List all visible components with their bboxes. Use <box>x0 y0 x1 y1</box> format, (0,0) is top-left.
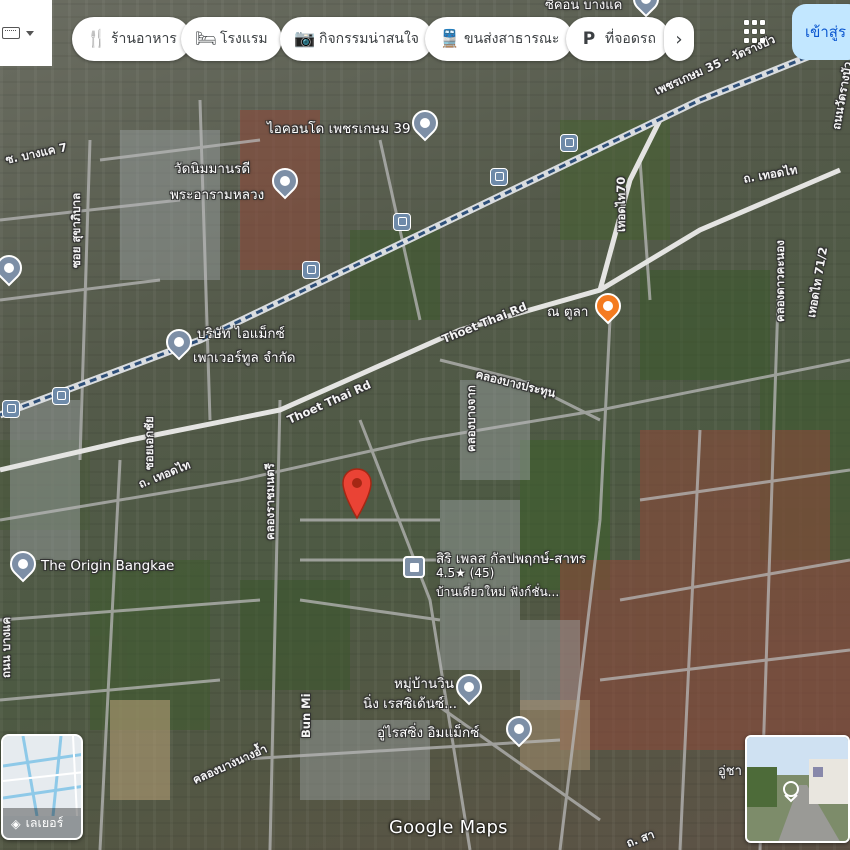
chevron-down-icon <box>26 30 34 36</box>
road-label-soi: ซอยเอกชัย <box>142 416 156 470</box>
sign-in-button[interactable]: เข้าสู่ร <box>792 4 850 60</box>
chip-label: ร้านอาหาร <box>111 31 177 47</box>
bus-icon: 🚆 <box>439 29 461 49</box>
place-subtitle: บ้านเดี่ยวใหม่ ฟังก์ชั่น... <box>436 585 560 599</box>
road-label-khlong: คลองบางจาก <box>464 385 478 452</box>
input-tools-button[interactable] <box>0 0 52 66</box>
layers-button[interactable]: ◈ เลเยอร์ <box>1 734 83 840</box>
camera-icon: 📷 <box>294 29 316 49</box>
train-station-icon[interactable] <box>560 134 578 152</box>
place-label-company[interactable]: บริษัท ไอแม็กซ์ <box>197 322 285 344</box>
sign-in-label: เข้าสู่ร <box>805 23 847 41</box>
road-label-khlong: คลองดาวคะนอง <box>773 240 787 322</box>
place-label-nutala[interactable]: ณ ตูลา <box>547 300 588 322</box>
place-label-win-line2[interactable]: นิ่ง เรสซิเด้นซ์... <box>363 692 457 714</box>
layers-icon: ◈ <box>11 815 21 831</box>
chevron-right-icon: › <box>675 28 683 50</box>
train-station-icon[interactable] <box>2 400 20 418</box>
train-station-icon[interactable] <box>490 168 508 186</box>
chip-label: ที่จอดรถ <box>605 31 656 47</box>
place-label-temple[interactable]: วัดนิมมานรดี <box>174 157 250 179</box>
chip-hotels[interactable]: 🛏 โรงแรม <box>181 17 282 61</box>
place-label-win[interactable]: หมู่บ้านวิน <box>394 672 454 694</box>
road-label-left: ถนน บางแค <box>0 616 13 678</box>
place-label-company-line2[interactable]: เพาเวอร์ทูล จำกัด <box>193 346 296 368</box>
apps-grid-icon[interactable] <box>744 20 768 44</box>
place-label-temple-line2[interactable]: พระอารามหลวง <box>170 183 264 205</box>
restaurant-icon: 🍴 <box>86 29 108 49</box>
street-view-image <box>747 737 848 841</box>
hotel-icon: 🛏 <box>195 29 217 49</box>
chip-label: กิจกรรมน่าสนใจ <box>319 31 420 47</box>
train-station-icon[interactable] <box>393 213 411 231</box>
keyboard-icon <box>2 27 20 39</box>
chip-things-to-do[interactable]: 📷 กิจกรรมน่าสนใจ <box>280 17 434 61</box>
layers-label: เลเยอร์ <box>25 815 64 830</box>
selected-location-pin-icon[interactable] <box>342 468 372 520</box>
place-label-top[interactable]: ซีคอน บางแค <box>545 0 622 15</box>
place-label-cut[interactable]: อู่ชา <box>718 760 742 781</box>
road-label-bun-mi: Bun Mi <box>299 693 313 738</box>
train-station-icon[interactable] <box>52 387 70 405</box>
rating-text: 4.5★ (45) <box>436 566 495 580</box>
chip-label: โรงแรม <box>220 31 268 47</box>
train-station-icon[interactable] <box>302 261 320 279</box>
housing-pin-icon[interactable] <box>403 556 425 578</box>
street-view-thumbnail[interactable] <box>745 735 850 843</box>
place-label-icondo[interactable]: ไอคอนโด เพชรเกษม 39 <box>267 117 411 139</box>
road-label-khlong: คลองราชมนตรี <box>263 463 277 540</box>
chips-next-button[interactable]: › <box>664 17 694 61</box>
chip-parking[interactable]: P ที่จอดรถ <box>566 17 670 61</box>
road-label-soi: ซอย สุขาภิบาล <box>69 192 83 268</box>
chip-restaurants[interactable]: 🍴 ร้านอาหาร <box>72 17 191 61</box>
place-label-ulai[interactable]: อู่ไรสซิ่ง อิมแม็กซ์ <box>377 721 479 743</box>
google-maps-attribution: Google Maps <box>389 817 508 838</box>
chip-transit[interactable]: 🚆 ขนส่งสาธารณะ <box>425 17 574 61</box>
parking-icon: P <box>582 29 596 49</box>
road-label-soi: เทอดไท70 <box>614 176 628 232</box>
chip-label: ขนส่งสาธารณะ <box>464 31 560 47</box>
layer-preview-map <box>3 736 81 817</box>
satellite-map[interactable]: ซีคอน บางแค ไอคอนโด เพชรเกษม 39 วัดนิมมา… <box>0 0 850 850</box>
place-label-origin[interactable]: The Origin Bangkae <box>41 558 174 574</box>
